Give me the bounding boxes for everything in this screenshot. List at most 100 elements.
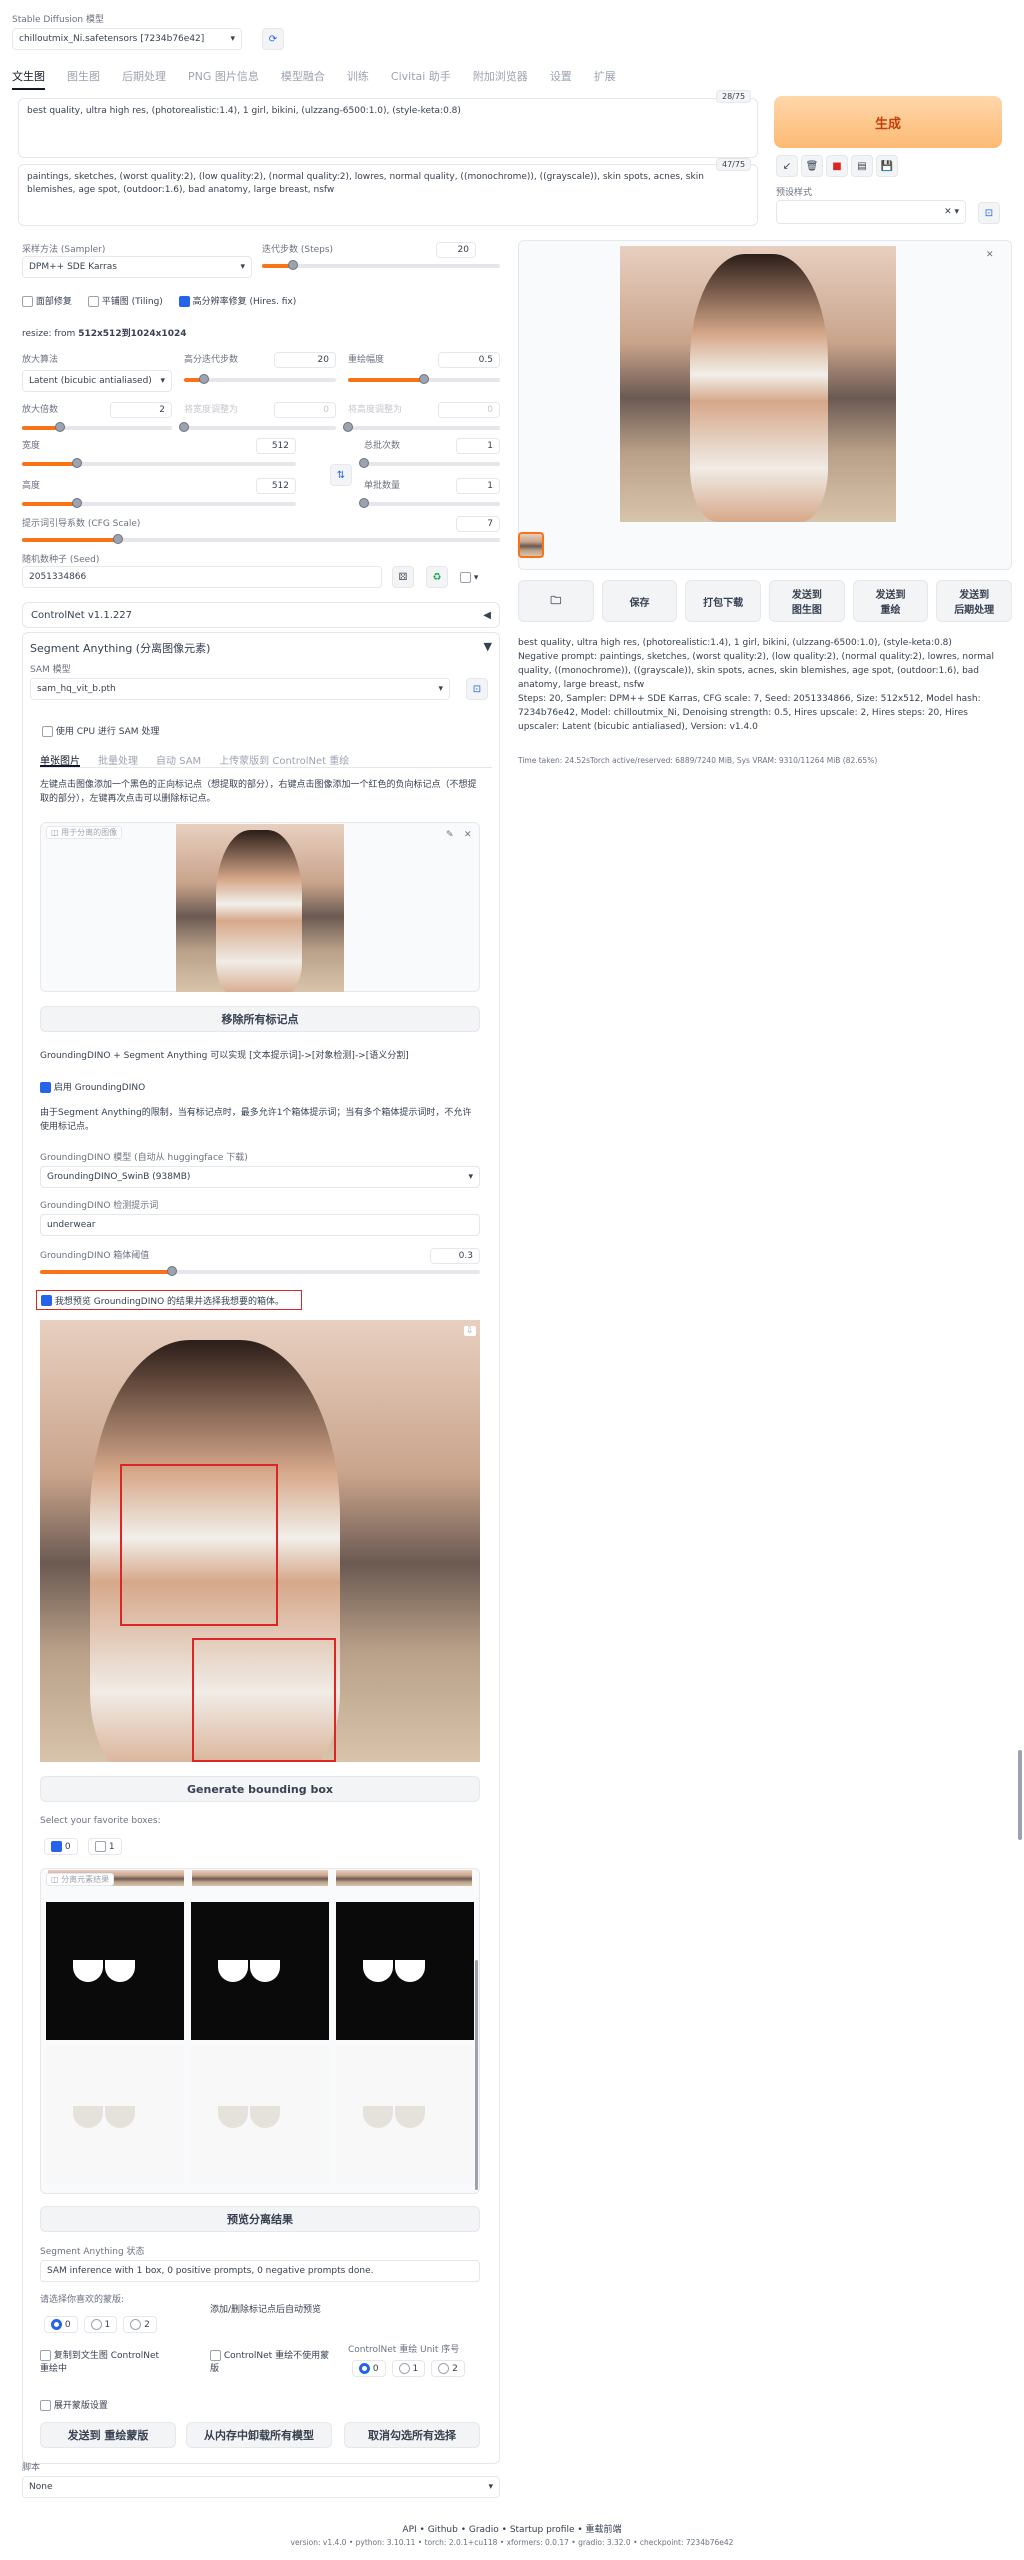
open-folder-button[interactable]: 🗀 [518, 580, 594, 622]
sam-subtab-3[interactable]: 上传蒙版到 ControlNet 重绘 [219, 752, 349, 767]
apply-style-icon[interactable]: ⊡ [978, 202, 1000, 224]
cutout-0[interactable] [46, 2046, 184, 2184]
denoise-slider[interactable] [348, 374, 500, 384]
slider-thumb[interactable] [179, 422, 189, 432]
unit-choice-2[interactable]: 2 [431, 2360, 465, 2377]
tab-4[interactable]: 模型融合 [281, 68, 325, 90]
controlnet-accordion[interactable]: ControlNet v1.1.227 ◀ [22, 602, 500, 628]
cutout-2[interactable] [336, 2046, 474, 2184]
gdino-model-select[interactable]: GroundingDINO_SwinB (938MB) ▾ [40, 1166, 480, 1188]
scale-slider[interactable] [22, 422, 172, 432]
tab-6[interactable]: Civitai 助手 [391, 68, 451, 90]
hires-steps-slider[interactable] [184, 374, 336, 384]
tiling-checkbox[interactable]: 平铺图 (Tiling) [87, 294, 163, 307]
sam-header[interactable]: Segment Anything (分离图像元素) ▼ [30, 640, 492, 656]
mask-0[interactable] [46, 1902, 184, 2040]
cutout-1[interactable] [191, 2046, 329, 2184]
sam-subtab-0[interactable]: 单张图片 [40, 752, 80, 767]
negative-prompt-input[interactable]: paintings, sketches, (worst quality:2), … [18, 164, 758, 226]
unit-choice-1[interactable]: 1 [391, 2360, 426, 2377]
hires-steps-input[interactable]: 20 [274, 352, 336, 368]
denoise-input[interactable]: 0.5 [438, 352, 500, 368]
mask-1[interactable] [191, 1902, 329, 2040]
batch-size-slider[interactable] [359, 498, 500, 508]
cfg-input[interactable]: 7 [456, 516, 500, 532]
unload-models-button[interactable]: 从内存中卸载所有模型 [186, 2422, 332, 2448]
output-action-4[interactable]: 发送到 后期处理 [936, 580, 1013, 622]
resize-width-input[interactable]: 0 [274, 402, 336, 418]
controlnet-no-mask-checkbox[interactable]: ControlNet 重绘不使用蒙版 [210, 2350, 330, 2376]
tab-7[interactable]: 附加浏览器 [473, 68, 528, 90]
sam-subtab-1[interactable]: 批量处理 [98, 752, 138, 767]
remove-points-button[interactable]: 移除所有标记点 [40, 1006, 480, 1032]
close-icon[interactable]: ✕ [464, 830, 472, 840]
sam-model-select[interactable]: sam_hq_vit_b.pth ▾ [30, 678, 450, 700]
copy-to-controlnet-checkbox[interactable]: 复制到文生图 ControlNet 重绘中 [40, 2350, 170, 2376]
send-to-inpaint-button[interactable]: 发送到 重绘蒙版 [40, 2422, 176, 2448]
restore-faces-checkbox[interactable]: 面部修复 [22, 294, 72, 307]
swap-dimensions-icon[interactable]: ⇅ [330, 464, 352, 486]
tab-2[interactable]: 后期处理 [122, 68, 166, 90]
box-option-1[interactable]: 1 [88, 1838, 122, 1855]
resize-height-slider[interactable] [343, 422, 500, 432]
height-input[interactable]: 512 [256, 478, 296, 494]
slider-thumb[interactable] [112, 534, 123, 544]
output-image[interactable] [620, 246, 896, 522]
preview-segmentation-button[interactable]: 预览分离结果 [40, 2206, 480, 2232]
sam-source-image[interactable] [176, 824, 344, 992]
slider-thumb[interactable] [71, 498, 82, 508]
tab-9[interactable]: 扩展 [594, 68, 616, 90]
generate-bbox-button[interactable]: Generate bounding box [40, 1776, 480, 1802]
gdino-threshold-input[interactable]: 0.3 [430, 1248, 480, 1264]
footer-link-0[interactable]: API [402, 2525, 416, 2535]
output-action-0[interactable]: 保存 [601, 580, 678, 622]
page-scrollbar[interactable] [1018, 1750, 1022, 1840]
trash-icon[interactable]: 🗑 [801, 155, 823, 177]
bbox-preview-image[interactable] [40, 1320, 480, 1762]
resize-height-input[interactable]: 0 [438, 402, 500, 418]
tab-8[interactable]: 设置 [550, 68, 572, 90]
preview-gdino-checkbox[interactable]: 我想预览 GroundingDINO 的结果并选择我想要的箱体。 [36, 1290, 302, 1310]
slider-thumb[interactable] [71, 458, 82, 468]
unit-choice-0[interactable]: 0 [352, 2360, 386, 2377]
sam-subtab-2[interactable]: 自动 SAM [156, 752, 201, 767]
close-icon[interactable]: ✕ [986, 250, 994, 260]
positive-prompt-input[interactable]: best quality, ultra high res, (photoreal… [18, 98, 758, 158]
style-card-icon[interactable]: ■ [826, 155, 848, 177]
deselect-all-button[interactable]: 取消勾选所有选择 [344, 2422, 480, 2448]
batch-count-slider[interactable] [359, 458, 500, 468]
hires-fix-checkbox[interactable]: 高分辨率修复 (Hires. fix) [178, 294, 296, 307]
width-input[interactable]: 512 [256, 438, 296, 454]
gdino-threshold-slider[interactable] [40, 1266, 480, 1276]
steps-input[interactable]: 20 [436, 242, 476, 258]
height-slider[interactable] [22, 498, 296, 508]
edit-icon[interactable]: ✎ [446, 830, 454, 840]
mask-2[interactable] [336, 1902, 474, 2040]
dice-icon[interactable]: ⚄ [392, 566, 414, 588]
mask-choice-1[interactable]: 1 [83, 2316, 118, 2333]
gdino-prompt-input[interactable]: underwear [40, 1214, 480, 1236]
slider-thumb[interactable] [54, 422, 65, 432]
slider-thumb[interactable] [167, 1266, 177, 1276]
footer-link-4[interactable]: 重载前端 [586, 2525, 622, 2535]
slider-thumb[interactable] [359, 498, 369, 508]
slider-thumb[interactable] [359, 458, 369, 468]
tab-0[interactable]: 文生图 [12, 68, 45, 90]
expand-mask-settings-checkbox[interactable]: 展开蒙版设置 [40, 2398, 108, 2411]
clear-icon[interactable]: ✕ ▾ [944, 207, 959, 217]
seed-input[interactable]: 2051334866 [22, 566, 382, 588]
extra-seed-toggle[interactable]: ▾ [460, 572, 478, 583]
tab-3[interactable]: PNG 图片信息 [188, 68, 259, 90]
tab-5[interactable]: 训练 [347, 68, 369, 90]
mask-choice-0[interactable]: 0 [44, 2316, 78, 2333]
style-select[interactable]: ✕ ▾ [776, 200, 966, 224]
download-icon[interactable]: ⇩ [464, 1326, 476, 1336]
script-select[interactable]: None ▾ [22, 2476, 500, 2498]
save-style-icon[interactable]: 💾 [876, 155, 898, 177]
cfg-slider[interactable] [22, 534, 500, 544]
output-action-3[interactable]: 发送到 重绘 [852, 580, 929, 622]
steps-slider[interactable] [262, 260, 500, 270]
slider-thumb[interactable] [287, 260, 298, 270]
footer-link-1[interactable]: Github [428, 2525, 458, 2535]
output-action-1[interactable]: 打包下载 [685, 580, 762, 622]
